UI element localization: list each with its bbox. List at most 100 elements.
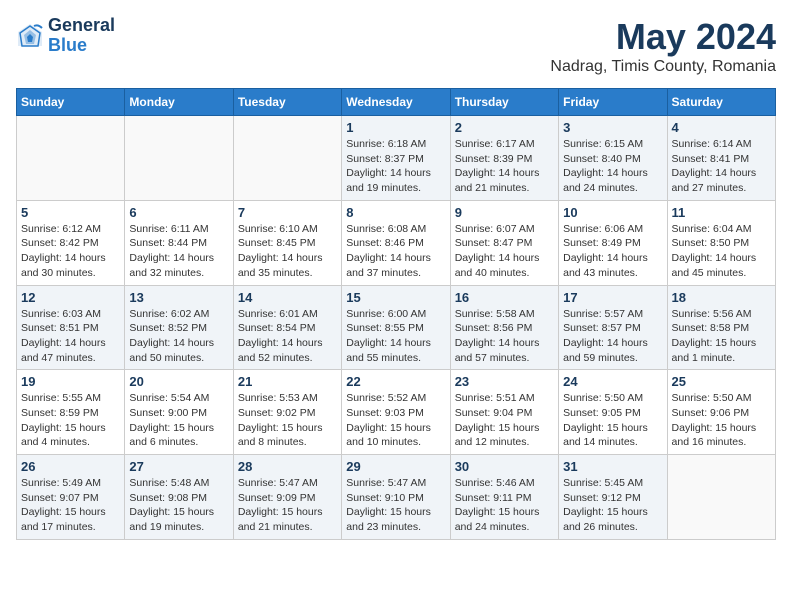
cell-info-text: Sunrise: 5:50 AM Sunset: 9:05 PM Dayligh… — [563, 391, 662, 450]
cell-info-text: Sunrise: 6:02 AM Sunset: 8:52 PM Dayligh… — [129, 307, 228, 366]
calendar-cell: 31Sunrise: 5:45 AM Sunset: 9:12 PM Dayli… — [559, 455, 667, 540]
cell-info-text: Sunrise: 5:58 AM Sunset: 8:56 PM Dayligh… — [455, 307, 554, 366]
calendar-body: 1 Sunrise: 6:18 AM Sunset: 8:37 PM Daylig… — [17, 116, 776, 540]
calendar-cell: 21Sunrise: 5:53 AM Sunset: 9:02 PM Dayli… — [233, 370, 341, 455]
cell-day-number: 12 — [21, 290, 120, 305]
cell-info-text: Sunrise: 5:53 AM Sunset: 9:02 PM Dayligh… — [238, 391, 337, 450]
cell-info-text: Sunrise: 6:10 AM Sunset: 8:45 PM Dayligh… — [238, 222, 337, 281]
cell-day-number: 24 — [563, 374, 662, 389]
calendar-cell: 15Sunrise: 6:00 AM Sunset: 8:55 PM Dayli… — [342, 285, 450, 370]
calendar-week-2: 5 Sunrise: 6:12 AM Sunset: 8:42 PM Daylig… — [17, 200, 776, 285]
cell-day-number: 1 — [346, 120, 445, 135]
cell-info-text: Sunrise: 5:48 AM Sunset: 9:08 PM Dayligh… — [129, 476, 228, 535]
logo-blue-text: Blue — [48, 36, 115, 56]
calendar-cell: 6Sunrise: 6:11 AM Sunset: 8:44 PM Daylig… — [125, 200, 233, 285]
cell-day-number: 23 — [455, 374, 554, 389]
cell-info-text: Sunrise: 6:15 AM Sunset: 8:40 PM Dayligh… — [563, 137, 662, 196]
cell-day-number: 18 — [672, 290, 771, 305]
cell-day-number: 31 — [563, 459, 662, 474]
calendar-week-3: 12 Sunrise: 6:03 AM Sunset: 8:51 PM Dayli… — [17, 285, 776, 370]
calendar-cell: 30 Sunrise: 5:46 AM Sunset: 9:11 PM Dayli… — [450, 455, 558, 540]
calendar-cell — [233, 116, 341, 201]
calendar-week-1: 1 Sunrise: 6:18 AM Sunset: 8:37 PM Daylig… — [17, 116, 776, 201]
cell-info-text: Sunrise: 5:49 AM Sunset: 9:07 PM Dayligh… — [21, 476, 120, 535]
logo-general-text: General — [48, 16, 115, 36]
calendar-week-5: 26Sunrise: 5:49 AM Sunset: 9:07 PM Dayli… — [17, 455, 776, 540]
calendar-cell: 18 Sunrise: 5:56 AM Sunset: 8:58 PM Dayli… — [667, 285, 775, 370]
calendar-cell: 17 Sunrise: 5:57 AM Sunset: 8:57 PM Dayli… — [559, 285, 667, 370]
calendar-cell: 19 Sunrise: 5:55 AM Sunset: 8:59 PM Dayli… — [17, 370, 125, 455]
cell-day-number: 25 — [672, 374, 771, 389]
cell-info-text: Sunrise: 5:52 AM Sunset: 9:03 PM Dayligh… — [346, 391, 445, 450]
cell-day-number: 27 — [129, 459, 228, 474]
calendar-cell: 20 Sunrise: 5:54 AM Sunset: 9:00 PM Dayli… — [125, 370, 233, 455]
cell-day-number: 22 — [346, 374, 445, 389]
logo-text: General Blue — [48, 16, 115, 56]
logo: General Blue — [16, 16, 115, 56]
calendar-cell — [667, 455, 775, 540]
cell-info-text: Sunrise: 6:18 AM Sunset: 8:37 PM Dayligh… — [346, 137, 445, 196]
cell-day-number: 5 — [21, 205, 120, 220]
cell-info-text: Sunrise: 6:06 AM Sunset: 8:49 PM Dayligh… — [563, 222, 662, 281]
cell-day-number: 10 — [563, 205, 662, 220]
cell-day-number: 7 — [238, 205, 337, 220]
logo-icon — [16, 22, 44, 50]
cell-day-number: 11 — [672, 205, 771, 220]
cell-info-text: Sunrise: 5:57 AM Sunset: 8:57 PM Dayligh… — [563, 307, 662, 366]
calendar-cell: 14Sunrise: 6:01 AM Sunset: 8:54 PM Dayli… — [233, 285, 341, 370]
page-header: General Blue May 2024 Nadrag, Timis Coun… — [16, 16, 776, 76]
cell-day-number: 16 — [455, 290, 554, 305]
cell-info-text: Sunrise: 5:54 AM Sunset: 9:00 PM Dayligh… — [129, 391, 228, 450]
cell-day-number: 20 — [129, 374, 228, 389]
cell-info-text: Sunrise: 6:11 AM Sunset: 8:44 PM Dayligh… — [129, 222, 228, 281]
cell-info-text: Sunrise: 6:14 AM Sunset: 8:41 PM Dayligh… — [672, 137, 771, 196]
cell-day-number: 17 — [563, 290, 662, 305]
cell-info-text: Sunrise: 5:56 AM Sunset: 8:58 PM Dayligh… — [672, 307, 771, 366]
cell-info-text: Sunrise: 5:47 AM Sunset: 9:10 PM Dayligh… — [346, 476, 445, 535]
cell-info-text: Sunrise: 6:17 AM Sunset: 8:39 PM Dayligh… — [455, 137, 554, 196]
header-day-sunday: Sunday — [17, 89, 125, 116]
cell-info-text: Sunrise: 5:47 AM Sunset: 9:09 PM Dayligh… — [238, 476, 337, 535]
cell-day-number: 3 — [563, 120, 662, 135]
calendar-cell: 16 Sunrise: 5:58 AM Sunset: 8:56 PM Dayli… — [450, 285, 558, 370]
calendar-cell: 4 Sunrise: 6:14 AM Sunset: 8:41 PM Daylig… — [667, 116, 775, 201]
cell-info-text: Sunrise: 5:50 AM Sunset: 9:06 PM Dayligh… — [672, 391, 771, 450]
cell-info-text: Sunrise: 6:08 AM Sunset: 8:46 PM Dayligh… — [346, 222, 445, 281]
cell-info-text: Sunrise: 5:55 AM Sunset: 8:59 PM Dayligh… — [21, 391, 120, 450]
calendar-cell: 8 Sunrise: 6:08 AM Sunset: 8:46 PM Daylig… — [342, 200, 450, 285]
calendar-cell: 29 Sunrise: 5:47 AM Sunset: 9:10 PM Dayli… — [342, 455, 450, 540]
cell-info-text: Sunrise: 6:03 AM Sunset: 8:51 PM Dayligh… — [21, 307, 120, 366]
cell-day-number: 9 — [455, 205, 554, 220]
header-day-thursday: Thursday — [450, 89, 558, 116]
calendar-week-4: 19 Sunrise: 5:55 AM Sunset: 8:59 PM Dayli… — [17, 370, 776, 455]
cell-day-number: 29 — [346, 459, 445, 474]
calendar-cell: 10 Sunrise: 6:06 AM Sunset: 8:49 PM Dayli… — [559, 200, 667, 285]
cell-day-number: 8 — [346, 205, 445, 220]
calendar-cell: 25 Sunrise: 5:50 AM Sunset: 9:06 PM Dayli… — [667, 370, 775, 455]
calendar-cell: 9 Sunrise: 6:07 AM Sunset: 8:47 PM Daylig… — [450, 200, 558, 285]
cell-day-number: 28 — [238, 459, 337, 474]
header-row: SundayMondayTuesdayWednesdayThursdayFrid… — [17, 89, 776, 116]
calendar-cell: 2 Sunrise: 6:17 AM Sunset: 8:39 PM Daylig… — [450, 116, 558, 201]
cell-day-number: 30 — [455, 459, 554, 474]
cell-info-text: Sunrise: 6:04 AM Sunset: 8:50 PM Dayligh… — [672, 222, 771, 281]
cell-info-text: Sunrise: 6:12 AM Sunset: 8:42 PM Dayligh… — [21, 222, 120, 281]
header-day-wednesday: Wednesday — [342, 89, 450, 116]
calendar-cell: 1 Sunrise: 6:18 AM Sunset: 8:37 PM Daylig… — [342, 116, 450, 201]
cell-info-text: Sunrise: 6:01 AM Sunset: 8:54 PM Dayligh… — [238, 307, 337, 366]
cell-day-number: 19 — [21, 374, 120, 389]
title-block: May 2024 Nadrag, Timis County, Romania — [550, 16, 776, 76]
cell-info-text: Sunrise: 5:46 AM Sunset: 9:11 PM Dayligh… — [455, 476, 554, 535]
cell-day-number: 2 — [455, 120, 554, 135]
calendar-cell: 12 Sunrise: 6:03 AM Sunset: 8:51 PM Dayli… — [17, 285, 125, 370]
header-day-friday: Friday — [559, 89, 667, 116]
header-day-monday: Monday — [125, 89, 233, 116]
calendar-cell — [125, 116, 233, 201]
calendar-cell: 11 Sunrise: 6:04 AM Sunset: 8:50 PM Dayli… — [667, 200, 775, 285]
cell-day-number: 4 — [672, 120, 771, 135]
calendar-cell: 13Sunrise: 6:02 AM Sunset: 8:52 PM Dayli… — [125, 285, 233, 370]
calendar-cell: 27 Sunrise: 5:48 AM Sunset: 9:08 PM Dayli… — [125, 455, 233, 540]
header-day-saturday: Saturday — [667, 89, 775, 116]
calendar-header: SundayMondayTuesdayWednesdayThursdayFrid… — [17, 89, 776, 116]
cell-info-text: Sunrise: 6:07 AM Sunset: 8:47 PM Dayligh… — [455, 222, 554, 281]
